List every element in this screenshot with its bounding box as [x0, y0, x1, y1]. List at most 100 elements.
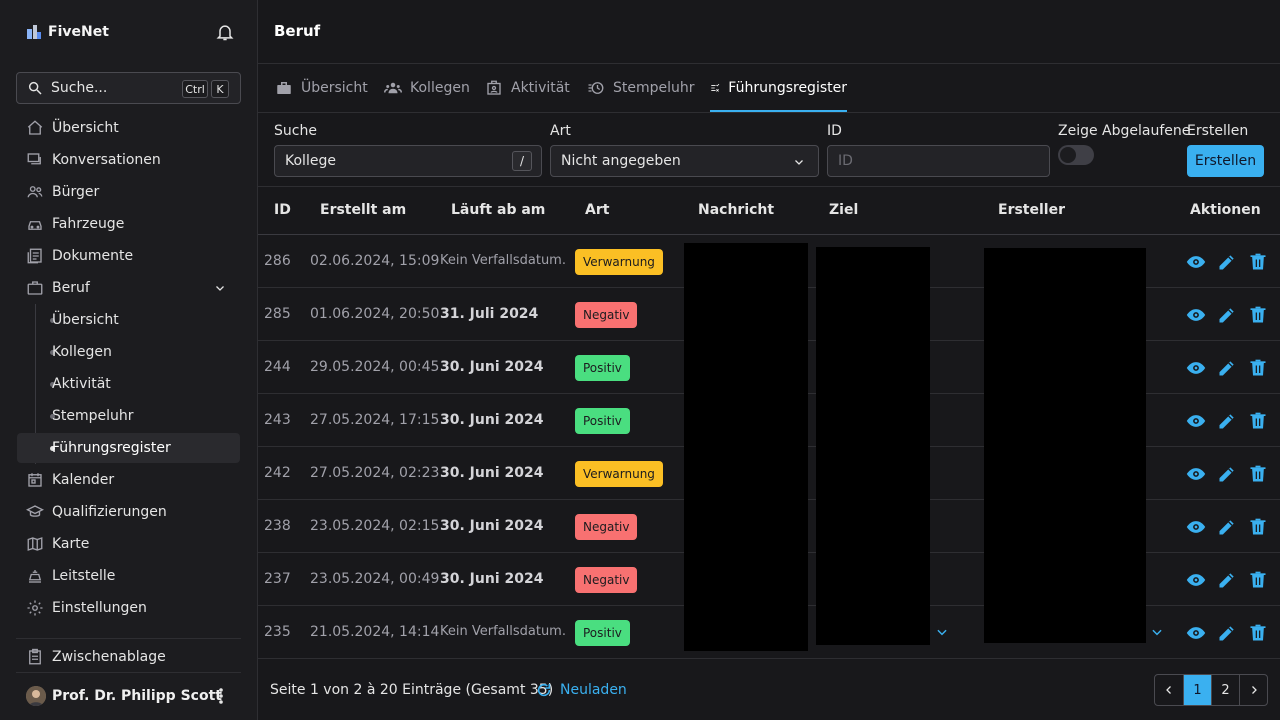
id-input[interactable]: ID — [827, 145, 1050, 177]
col-header-expires[interactable]: Läuft ab am — [451, 202, 545, 218]
brand-name: FiveNet — [48, 24, 109, 40]
edit-button[interactable] — [1217, 464, 1237, 484]
sidebar-subitem-label: Kollegen — [52, 344, 112, 360]
view-button[interactable] — [1186, 358, 1206, 378]
edit-button[interactable] — [1217, 358, 1237, 378]
sidebar-item-job[interactable]: Beruf — [17, 273, 240, 303]
sidebar-item-vehicles[interactable]: Fahrzeuge — [17, 209, 240, 239]
reload-label: Neuladen — [560, 682, 627, 698]
edit-button[interactable] — [1217, 252, 1237, 272]
reload-button[interactable]: Neuladen — [536, 680, 627, 700]
col-header-message[interactable]: Nachricht — [698, 202, 774, 218]
chevron-down-icon[interactable] — [214, 282, 226, 294]
divider — [16, 672, 241, 673]
tab-activity[interactable]: Aktivität — [485, 78, 570, 112]
sidebar-item-label: Kalender — [52, 472, 115, 488]
row-expires: 30. Juni 2024 — [440, 571, 544, 587]
row-created: 23.05.2024, 00:49 — [310, 571, 440, 587]
expand-target-chevron-icon[interactable] — [935, 625, 949, 639]
sidebar-item-clipboard[interactable]: Zwischenablage — [17, 642, 240, 672]
sidebar-subitem-activity[interactable]: Aktivität — [17, 369, 240, 399]
type-badge: Positiv — [575, 620, 630, 646]
search-bar[interactable]: Suche... Ctrl K — [16, 72, 241, 104]
type-select[interactable]: Nicht angegeben — [550, 145, 819, 177]
tab-overview[interactable]: Übersicht — [275, 78, 368, 112]
view-button[interactable] — [1186, 464, 1206, 484]
delete-icon — [1250, 253, 1266, 270]
tab-label: Aktivität — [511, 80, 570, 96]
col-header-target[interactable]: Ziel — [829, 202, 858, 218]
delete-button[interactable] — [1248, 464, 1268, 484]
more-vertical-icon[interactable] — [214, 686, 228, 706]
delete-button[interactable] — [1248, 358, 1268, 378]
prev-page-button[interactable] — [1155, 675, 1183, 705]
delete-button[interactable] — [1248, 517, 1268, 537]
view-button[interactable] — [1186, 305, 1206, 325]
briefcase-icon — [277, 82, 291, 94]
sidebar-item-dispatch[interactable]: Leitstelle — [17, 561, 240, 591]
delete-button[interactable] — [1248, 305, 1268, 325]
page-button-1[interactable]: 1 — [1183, 675, 1211, 705]
type-badge: Positiv — [575, 355, 630, 381]
delete-button[interactable] — [1248, 252, 1268, 272]
delete-button[interactable] — [1248, 570, 1268, 590]
edit-button[interactable] — [1217, 570, 1237, 590]
col-header-id[interactable]: ID — [274, 202, 291, 218]
sidebar-item-qualifications[interactable]: Qualifizierungen — [17, 497, 240, 527]
tab-timeclock[interactable]: Stempeluhr — [587, 78, 695, 112]
edit-button[interactable] — [1217, 623, 1237, 643]
redacted-block — [684, 243, 808, 651]
sidebar-item-citizens[interactable]: Bürger — [17, 177, 240, 207]
next-page-button[interactable] — [1239, 675, 1267, 705]
sidebar-subitem-timeclock[interactable]: Stempeluhr — [17, 401, 240, 431]
create-button[interactable]: Erstellen — [1187, 145, 1264, 177]
map-icon — [27, 537, 43, 551]
sidebar-subitem-colleagues[interactable]: Kollegen — [17, 337, 240, 367]
sidebar-item-label: Dokumente — [52, 248, 134, 264]
sidebar-item-calendar[interactable]: Kalender — [17, 465, 240, 495]
col-header-type[interactable]: Art — [585, 202, 609, 218]
users-icon — [384, 82, 402, 94]
search-filter-value: Kollege — [285, 153, 336, 169]
search-filter-input[interactable]: Kollege — [274, 145, 542, 177]
col-header-creator[interactable]: Ersteller — [998, 202, 1065, 218]
edit-button[interactable] — [1217, 411, 1237, 431]
sidebar-subitem-overview[interactable]: Übersicht — [17, 305, 240, 335]
gear-icon — [27, 600, 43, 616]
edit-button[interactable] — [1217, 305, 1237, 325]
view-button[interactable] — [1186, 570, 1206, 590]
edit-button[interactable] — [1217, 517, 1237, 537]
search-placeholder: Suche... — [51, 80, 108, 96]
expand-creator-chevron-icon[interactable] — [1150, 625, 1164, 639]
view-button[interactable] — [1186, 623, 1206, 643]
view-icon — [1186, 574, 1206, 586]
sidebar-item-conversations[interactable]: Konversationen — [17, 145, 240, 175]
sidebar-subitem-conduct-register[interactable]: Führungsregister — [17, 433, 240, 463]
sidebar-item-map[interactable]: Karte — [17, 529, 240, 559]
view-button[interactable] — [1186, 411, 1206, 431]
row-created: 29.05.2024, 00:45 — [310, 359, 440, 375]
sidebar-item-documents[interactable]: Dokumente — [17, 241, 240, 271]
kbd-slash: / — [512, 151, 532, 171]
notification-bell-icon[interactable] — [215, 22, 235, 42]
tab-conduct-register[interactable]: Führungsregister — [710, 78, 847, 112]
user-profile[interactable]: Prof. Dr. Philipp Scott — [26, 686, 222, 706]
show-expired-toggle[interactable] — [1058, 145, 1094, 165]
sidebar-item-settings[interactable]: Einstellungen — [17, 593, 240, 623]
tab-colleagues[interactable]: Kollegen — [384, 78, 470, 112]
sidebar-subitem-label: Aktivität — [52, 376, 111, 392]
calendar-icon — [28, 473, 42, 487]
chevron-right-icon — [1251, 686, 1257, 694]
brand[interactable]: FiveNet — [26, 22, 109, 42]
col-header-created[interactable]: Erstellt am — [320, 202, 406, 218]
view-button[interactable] — [1186, 517, 1206, 537]
col-header-actions: Aktionen — [1190, 202, 1261, 218]
page-button-2[interactable]: 2 — [1211, 675, 1239, 705]
briefcase-icon — [27, 281, 43, 295]
chevron-left-icon — [1166, 686, 1171, 694]
delete-button[interactable] — [1248, 623, 1268, 643]
view-button[interactable] — [1186, 252, 1206, 272]
sidebar-item-overview[interactable]: Übersicht — [17, 113, 240, 143]
edit-icon — [1219, 520, 1234, 535]
delete-button[interactable] — [1248, 411, 1268, 431]
